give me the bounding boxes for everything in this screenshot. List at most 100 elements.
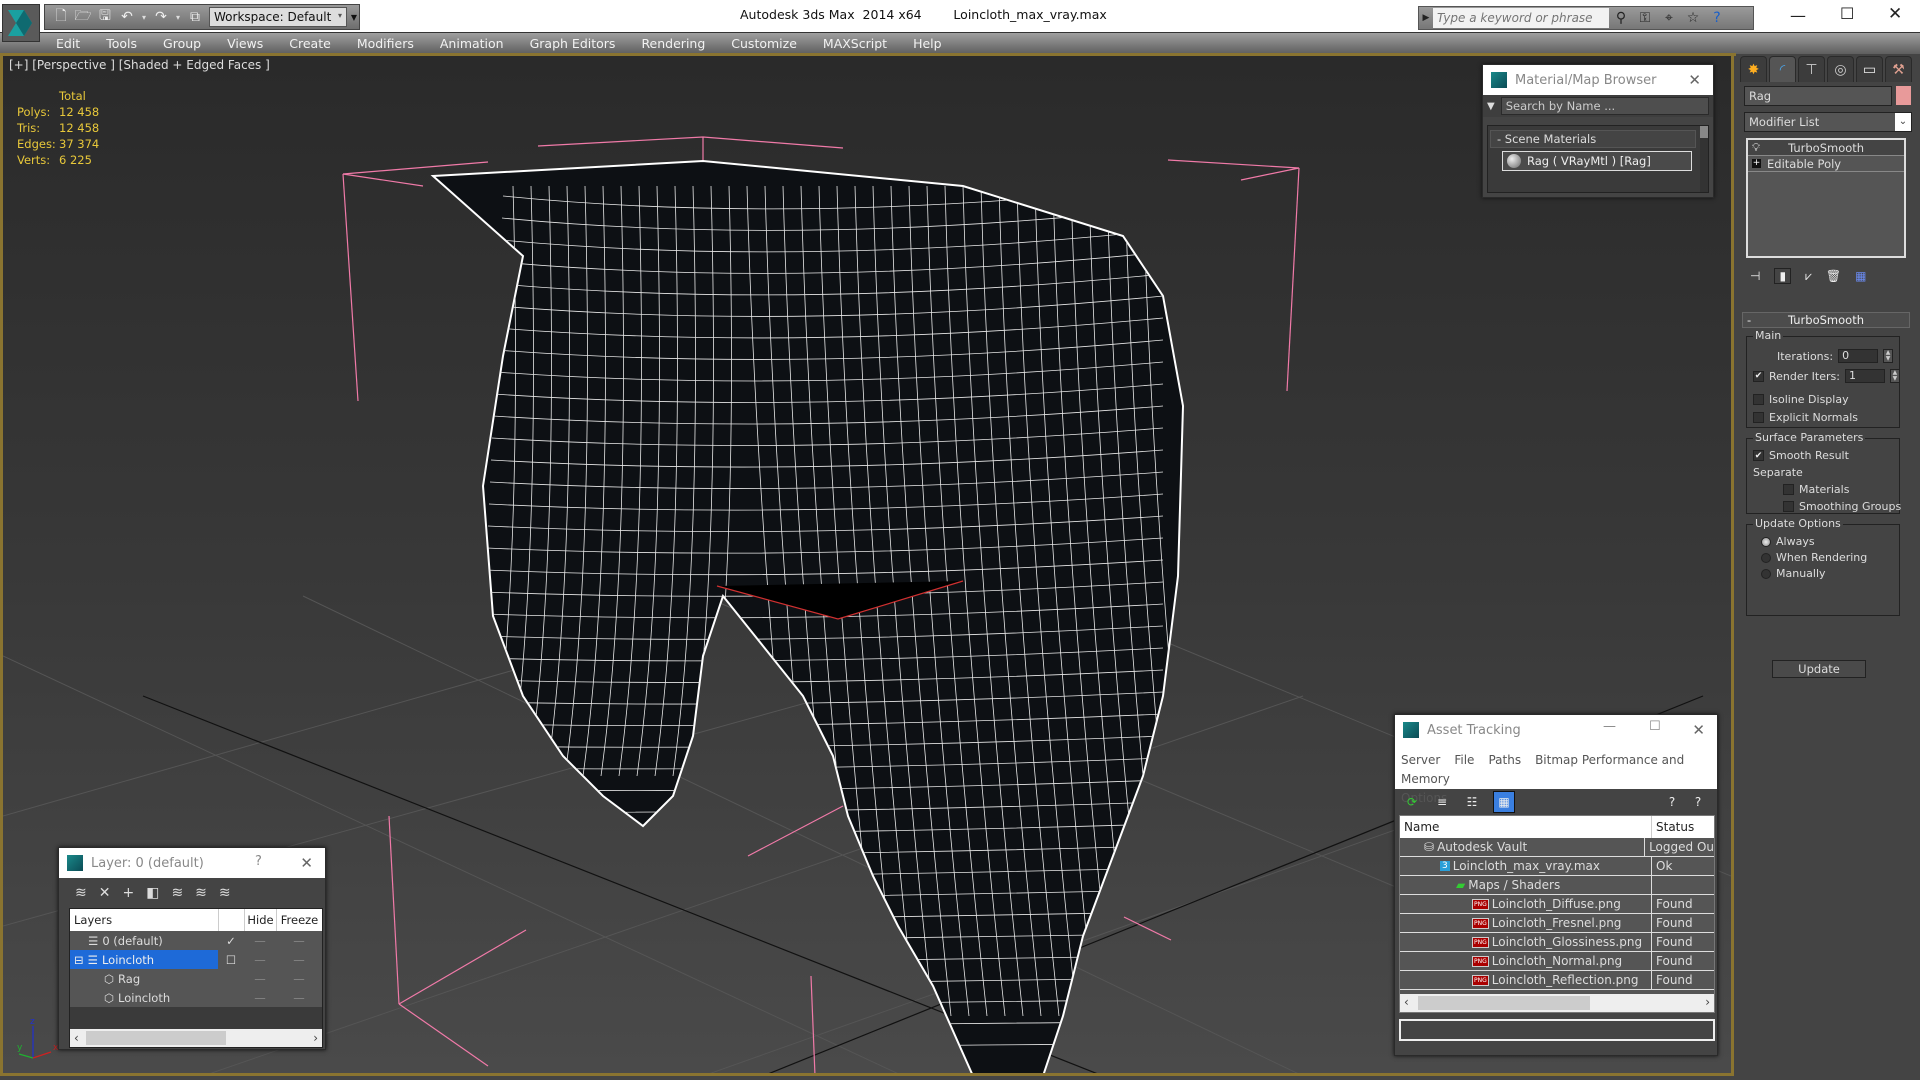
binoculars-icon[interactable]: ⚲: [1609, 10, 1633, 26]
expand-plus-icon[interactable]: +: [1752, 159, 1761, 168]
menu-paths[interactable]: Paths: [1488, 753, 1521, 767]
col-freeze[interactable]: Freeze: [276, 909, 322, 931]
menu-help[interactable]: Help: [913, 36, 942, 51]
lightbulb-icon[interactable]: 💡︎: [1752, 140, 1760, 155]
keyword-search-input[interactable]: [1433, 8, 1609, 28]
asset-row[interactable]: PNG Loincloth_Fresnel.png Found: [1400, 913, 1714, 933]
vertical-scrollbar[interactable]: [1700, 126, 1708, 192]
help-icon[interactable]: ?: [1663, 793, 1681, 811]
pin-stack-icon[interactable]: ⊣: [1750, 269, 1760, 283]
customize-toolbar-icon[interactable]: ▼: [349, 7, 359, 27]
layer-row[interactable]: ☰ 0 (default) ✓ — —: [70, 931, 322, 950]
when-rendering-radio[interactable]: [1761, 552, 1771, 563]
star-icon[interactable]: ☆: [1681, 10, 1705, 26]
list-view-icon[interactable]: ≡: [1433, 793, 1451, 811]
menu-file[interactable]: File: [1454, 753, 1474, 767]
motion-tab[interactable]: ◎: [1827, 56, 1854, 82]
asset-tracking-titlebar[interactable]: Asset Tracking — ☐ ✕: [1395, 715, 1717, 745]
freeze-toggle[interactable]: —: [276, 953, 322, 967]
separate-smoothing-groups-checkbox[interactable]: [1783, 501, 1794, 512]
viewport-label-menu[interactable]: [+] [Perspective ] [Shaded + Edged Faces…: [9, 58, 270, 72]
current-layer-check[interactable]: ☐: [218, 953, 244, 967]
menu-graph-editors[interactable]: Graph Editors: [530, 36, 616, 51]
object-name-field[interactable]: [1744, 86, 1892, 106]
material-browser-titlebar[interactable]: Material/Map Browser ✕: [1483, 65, 1713, 95]
spinner-arrows-icon[interactable]: ▲ ▼: [1889, 369, 1900, 383]
menu-rendering[interactable]: Rendering: [641, 36, 705, 51]
object-color-swatch[interactable]: [1896, 86, 1911, 105]
close-icon[interactable]: ✕: [1688, 71, 1701, 89]
hide-toggle[interactable]: —: [244, 953, 276, 967]
menu-maxscript[interactable]: MAXScript: [823, 36, 887, 51]
scroll-thumb[interactable]: [1418, 996, 1590, 1010]
collapse-icon[interactable]: ⊟: [74, 953, 84, 967]
isoline-display-checkbox[interactable]: [1753, 394, 1764, 405]
turbosmooth-rollout-header[interactable]: - TurboSmooth: [1742, 312, 1910, 328]
horizontal-scrollbar[interactable]: ‹ ›: [1400, 994, 1714, 1012]
layer-object-row[interactable]: ⬡ Loincloth — —: [70, 988, 322, 1007]
stack-item-turbosmooth[interactable]: 💡︎ TurboSmooth: [1748, 140, 1904, 156]
maximize-icon[interactable]: ☐: [1840, 4, 1854, 23]
menu-server[interactable]: Server: [1401, 753, 1440, 767]
col-hide[interactable]: Hide: [244, 909, 276, 931]
asset-row[interactable]: ⛁ Autodesk Vault Logged Ou: [1400, 837, 1714, 857]
asset-row[interactable]: 3 Loincloth_max_vray.max Ok: [1400, 856, 1714, 876]
maximize-icon[interactable]: ☐: [1649, 719, 1661, 734]
create-layer-icon[interactable]: ≋: [75, 885, 87, 901]
delete-layer-icon[interactable]: ✕: [99, 885, 111, 901]
spinner-arrows-icon[interactable]: ▲ ▼: [1883, 349, 1894, 363]
explicit-normals-checkbox[interactable]: [1753, 412, 1764, 423]
save-icon[interactable]: 🖫: [95, 7, 115, 27]
col-layers[interactable]: Layers: [70, 913, 218, 927]
help-icon[interactable]: ?: [1705, 10, 1729, 26]
undo-dropdown-icon[interactable]: ▾: [139, 7, 149, 27]
menu-edit[interactable]: Edit: [56, 36, 80, 51]
scroll-right-icon[interactable]: ›: [313, 1031, 318, 1045]
freeze-toggle[interactable]: —: [276, 934, 322, 948]
separate-materials-checkbox[interactable]: [1783, 484, 1794, 495]
asset-row[interactable]: PNG Loincloth_Glossiness.png Found: [1400, 932, 1714, 952]
horizontal-scrollbar[interactable]: ‹ ›: [70, 1029, 322, 1047]
layer-object-row[interactable]: ⬡ Rag — —: [70, 969, 322, 988]
hide-toggle[interactable]: —: [244, 934, 276, 948]
smooth-result-checkbox[interactable]: ✔: [1753, 450, 1764, 461]
menu-views[interactable]: Views: [227, 36, 263, 51]
open-file-icon[interactable]: 🗁: [73, 7, 93, 27]
new-file-icon[interactable]: 🗋: [51, 7, 71, 27]
manually-radio[interactable]: [1761, 568, 1771, 579]
display-tab[interactable]: ▭: [1856, 56, 1883, 82]
minimize-icon[interactable]: —: [1603, 719, 1616, 734]
select-objects-in-layer-icon[interactable]: ◧: [146, 885, 159, 901]
layer-row[interactable]: ⊟ ☰ Loincloth ☐ — —: [70, 950, 322, 969]
project-folder-icon[interactable]: ⧉: [185, 7, 205, 27]
redo-icon[interactable]: ↷: [151, 7, 171, 27]
stack-item-editable-poly[interactable]: + Editable Poly: [1748, 156, 1904, 172]
col-name[interactable]: Name: [1400, 816, 1652, 838]
help-button[interactable]: ?: [255, 854, 262, 869]
layer-dialog-titlebar[interactable]: Layer: 0 (default) ? ✕: [59, 848, 325, 878]
col-current[interactable]: [218, 909, 244, 931]
freeze-toggle[interactable]: —: [276, 991, 322, 1005]
close-icon[interactable]: ✕: [300, 854, 313, 872]
undo-icon[interactable]: ↶: [117, 7, 137, 27]
scroll-left-icon[interactable]: ‹: [1404, 995, 1409, 1009]
hide-all-layers-icon[interactable]: ≋: [195, 885, 207, 901]
scroll-thumb[interactable]: [86, 1031, 226, 1045]
modifier-list-dropdown[interactable]: Modifier List ⌄: [1744, 112, 1912, 132]
asset-row[interactable]: PNG Loincloth_Reflection.png Found: [1400, 970, 1714, 990]
menu-tools[interactable]: Tools: [106, 36, 137, 51]
add-to-layer-icon[interactable]: +: [122, 885, 134, 901]
scroll-left-icon[interactable]: ‹: [70, 1031, 79, 1045]
iterations-spinner[interactable]: 0: [1838, 349, 1879, 363]
satellite-icon[interactable]: ⌖: [1657, 10, 1681, 26]
scroll-right-icon[interactable]: ›: [1705, 995, 1710, 1009]
render-iters-spinner[interactable]: 1: [1844, 369, 1885, 383]
app-menu-button[interactable]: [2, 4, 40, 42]
modify-tab[interactable]: ◜: [1769, 56, 1796, 82]
make-unique-icon[interactable]: ⩗: [1805, 269, 1812, 284]
help-pointer-icon[interactable]: ?: [1689, 793, 1707, 811]
menu-group[interactable]: Group: [163, 36, 201, 51]
asset-path-field[interactable]: [1399, 1019, 1715, 1041]
create-tab[interactable]: ✸: [1740, 56, 1767, 82]
close-icon[interactable]: ✕: [1692, 721, 1705, 739]
